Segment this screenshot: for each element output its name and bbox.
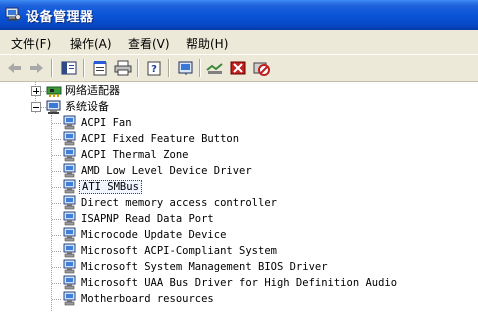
toolbar-separator: [137, 59, 139, 77]
network-adapter-icon: [46, 86, 62, 97]
tree-line: [52, 155, 61, 156]
device-icon: [63, 243, 76, 258]
device-item-label: ISAPNP Read Data Port: [81, 213, 214, 225]
device-icon: [63, 227, 76, 242]
menu-view[interactable]: 查看(V): [128, 35, 170, 52]
title-bar[interactable]: 设备管理器: [0, 0, 478, 30]
help-icon[interactable]: ?: [145, 60, 163, 76]
device-manager-window: 设备管理器 文件(F) 操作(A) 查看(V) 帮助(H) ? 网络适配器 系统…: [0, 0, 478, 312]
console-tree-icon[interactable]: [60, 60, 78, 76]
tree-line: [52, 283, 61, 284]
tree-line: [52, 123, 61, 124]
device-icon: [63, 259, 76, 274]
tree-node-network-adapters[interactable]: 网络适配器: [31, 83, 171, 99]
toolbar: ?: [0, 54, 478, 82]
system-device-icon: [46, 100, 61, 114]
tree-line: [52, 139, 61, 140]
tree-line: [52, 299, 61, 300]
menu-action[interactable]: 操作(A): [70, 35, 112, 52]
menu-file[interactable]: 文件(F): [11, 35, 51, 52]
svg-text:?: ?: [151, 64, 157, 75]
tree-line: [52, 219, 61, 220]
update-driver-icon[interactable]: [206, 60, 224, 76]
menu-help[interactable]: 帮助(H): [186, 35, 228, 52]
tree-line: [52, 203, 61, 204]
menu-bar: 文件(F) 操作(A) 查看(V) 帮助(H): [0, 30, 478, 54]
uninstall-icon[interactable]: [229, 60, 247, 76]
device-item-label: Microsoft UAA Bus Driver for High Defini…: [81, 277, 398, 289]
device-item-label: ACPI Fan: [81, 117, 132, 129]
device-item[interactable]: Direct memory access controller: [52, 195, 452, 211]
print-icon[interactable]: [114, 60, 132, 76]
device-item-label: Microsoft ACPI-Compliant System: [81, 245, 277, 257]
device-item[interactable]: Microsoft ACPI-Compliant System: [52, 243, 452, 259]
tree-node-label: 网络适配器: [65, 84, 120, 97]
toolbar-separator: [51, 59, 53, 77]
device-icon: [63, 291, 76, 306]
forward-arrow-icon[interactable]: [27, 60, 45, 76]
device-item-label: ACPI Fixed Feature Button: [81, 133, 240, 145]
collapse-icon[interactable]: [31, 102, 41, 112]
device-item[interactable]: ATI SMBus: [52, 179, 452, 195]
device-item[interactable]: Microcode Update Device: [52, 227, 452, 243]
device-item[interactable]: ACPI Thermal Zone: [52, 147, 452, 163]
tree-line: [52, 267, 61, 268]
device-item[interactable]: Motherboard resources: [52, 291, 452, 307]
back-arrow-icon[interactable]: [6, 60, 24, 76]
device-item[interactable]: Microsoft UAA Bus Driver for High Defini…: [52, 275, 452, 291]
scan-hardware-icon[interactable]: [177, 60, 195, 76]
device-icon: [63, 211, 76, 226]
device-item-label: Motherboard resources: [81, 293, 214, 305]
device-icon: [63, 179, 76, 194]
tree-node-system-devices[interactable]: 系统设备: [31, 99, 171, 115]
device-item[interactable]: Microsoft System Management BIOS Driver: [52, 259, 452, 275]
device-item-label: Direct memory access controller: [81, 197, 277, 209]
device-icon: [63, 115, 76, 130]
device-manager-icon: [5, 7, 21, 21]
device-icon: [63, 195, 76, 210]
tree-line: [52, 187, 61, 188]
device-item-label: AMD Low Level Device Driver: [81, 165, 252, 177]
device-icon: [63, 275, 76, 290]
device-icon: [63, 131, 76, 146]
disable-icon[interactable]: [252, 60, 270, 76]
device-icon: [63, 147, 76, 162]
device-tree[interactable]: 网络适配器 系统设备 ACPI Fan ACPI Fixed Feature Bu…: [0, 82, 478, 312]
device-item[interactable]: ISAPNP Read Data Port: [52, 211, 452, 227]
tree-line: [52, 251, 61, 252]
device-item[interactable]: ACPI Fixed Feature Button: [52, 131, 452, 147]
tree-line: [52, 235, 61, 236]
device-item-label: ACPI Thermal Zone: [81, 149, 189, 161]
device-item[interactable]: AMD Low Level Device Driver: [52, 163, 452, 179]
expand-icon[interactable]: [31, 86, 41, 96]
properties-icon[interactable]: [91, 60, 109, 76]
device-icon: [63, 163, 76, 178]
device-item[interactable]: ACPI Fan: [52, 115, 452, 131]
toolbar-separator: [83, 59, 85, 77]
device-item-label: ATI SMBus: [79, 180, 142, 194]
toolbar-separator: [199, 59, 201, 77]
device-item-label: Microsoft System Management BIOS Driver: [81, 261, 328, 273]
toolbar-separator: [168, 59, 170, 77]
device-item-label: Microcode Update Device: [81, 229, 227, 241]
window-title: 设备管理器: [26, 10, 94, 25]
tree-line: [52, 171, 61, 172]
tree-node-label: 系统设备: [65, 100, 109, 113]
